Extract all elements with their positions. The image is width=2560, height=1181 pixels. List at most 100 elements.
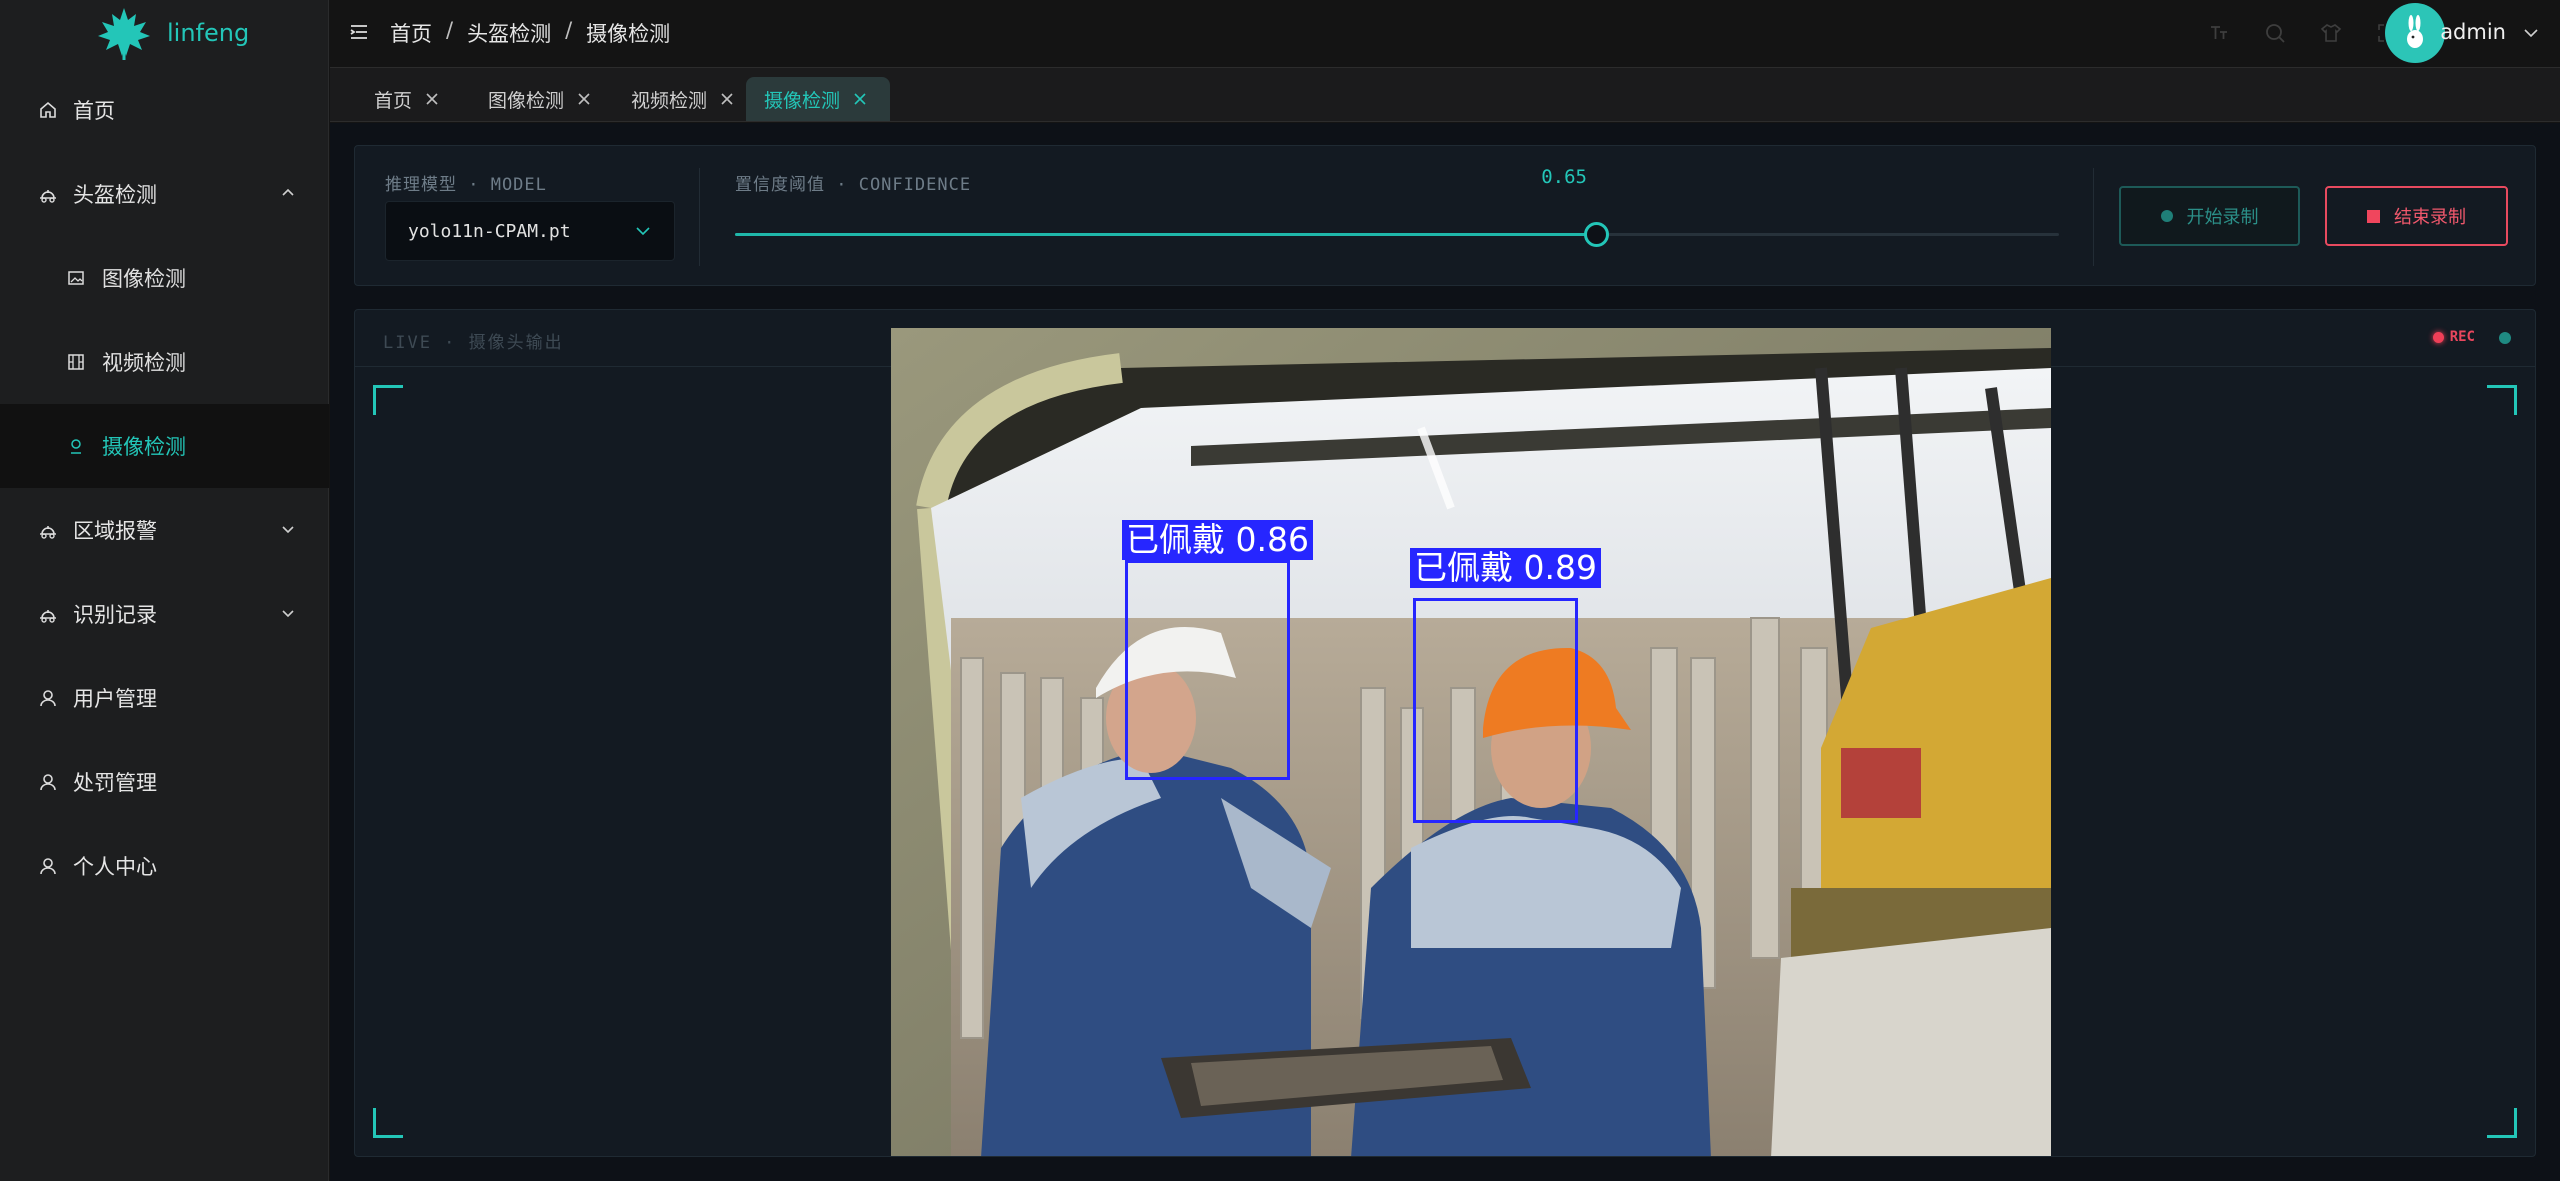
sidebar-item-penalty-management[interactable]: 处罚管理 <box>0 740 329 824</box>
header-tools <box>2206 20 2400 46</box>
detection-box <box>1413 598 1578 823</box>
sidebar: linfeng 首页 头盔检测 图像检测 视频检测 摄像检测 区域报警 识别记录… <box>0 0 329 1181</box>
frame-corner-icon <box>2487 1108 2517 1138</box>
chevron-down-icon <box>282 526 294 534</box>
stop-square-icon <box>2367 209 2380 223</box>
sidebar-item-label: 图像检测 <box>102 267 186 291</box>
helmet-icon <box>38 520 58 540</box>
detection-box <box>1125 560 1290 780</box>
tab-label: 视频检测 <box>631 89 708 112</box>
detection-label: 已佩戴 0.89 <box>1410 548 1601 588</box>
detection-label: 已佩戴 0.86 <box>1122 520 1313 560</box>
record-dot-icon <box>2160 210 2173 222</box>
divider <box>699 168 700 266</box>
maple-leaf-logo-icon <box>98 8 150 60</box>
breadcrumb-item[interactable]: 头盔检测 <box>467 18 551 48</box>
main-content: 推理模型 · MODEL yolo11n-CPAM.pt 置信度阈值 · CON… <box>330 123 2560 1181</box>
font-size-icon[interactable] <box>2206 20 2232 46</box>
model-select[interactable]: yolo11n-CPAM.pt <box>385 201 675 261</box>
chevron-down-icon <box>636 227 650 236</box>
model-label: 推理模型 · MODEL <box>385 175 547 195</box>
tab-label: 摄像检测 <box>764 89 841 112</box>
sidebar-item-area-alarm[interactable]: 区域报警 <box>0 488 329 572</box>
sidebar-item-label: 处罚管理 <box>73 771 157 795</box>
brand-name: linfeng <box>167 19 250 47</box>
confidence-slider[interactable] <box>735 222 2059 247</box>
sidebar-item-image-detection[interactable]: 图像检测 <box>0 236 329 320</box>
rec-dot-icon <box>2432 331 2444 343</box>
close-icon[interactable] <box>852 91 868 107</box>
user-icon <box>38 688 58 708</box>
rabbit-avatar-icon <box>2407 15 2423 48</box>
breadcrumb-separator: / <box>565 18 573 42</box>
tab-home[interactable]: 首页 <box>356 77 450 121</box>
sidebar-item-label: 识别记录 <box>73 603 157 627</box>
close-icon[interactable] <box>719 91 735 107</box>
sidebar-item-label: 摄像检测 <box>102 435 186 459</box>
start-recording-label: 开始录制 <box>2186 207 2259 228</box>
sidebar-item-label: 首页 <box>73 99 115 123</box>
tab-camera-detection[interactable]: 摄像检测 <box>746 77 890 121</box>
sidebar-item-helmet-detection[interactable]: 头盔检测 <box>0 152 329 236</box>
confidence-value: 0.65 <box>1541 166 1587 188</box>
username[interactable]: admin <box>2440 20 2506 44</box>
tab-bar: 首页 图像检测 视频检测 摄像检测 <box>330 68 2560 122</box>
close-icon[interactable] <box>424 91 440 107</box>
sidebar-item-user-management[interactable]: 用户管理 <box>0 656 329 740</box>
tab-label: 图像检测 <box>488 89 565 112</box>
image-icon <box>66 268 86 288</box>
helmet-icon <box>38 604 58 624</box>
sidebar-item-records[interactable]: 识别记录 <box>0 572 329 656</box>
sidebar-item-label: 个人中心 <box>73 855 157 879</box>
slider-fill <box>735 233 1596 236</box>
stop-recording-button[interactable]: 结束录制 <box>2325 186 2508 246</box>
frame-corner-icon <box>373 1108 403 1138</box>
chevron-down-icon[interactable] <box>2522 24 2540 42</box>
rec-indicator: REC <box>2432 329 2475 345</box>
search-icon[interactable] <box>2262 20 2288 46</box>
live-label: LIVE · 摄像头输出 <box>383 333 564 353</box>
tab-image-detection[interactable]: 图像检测 <box>470 77 602 121</box>
live-panel: LIVE · 摄像头输出 REC 已佩戴 0.86 已佩戴 0.89 <box>354 309 2536 1157</box>
camera-icon <box>66 436 86 456</box>
sidebar-item-profile[interactable]: 个人中心 <box>0 824 329 908</box>
tab-label: 首页 <box>374 89 413 112</box>
breadcrumb-item[interactable]: 首页 <box>390 18 432 48</box>
helmet-icon <box>38 184 58 204</box>
logo[interactable]: linfeng <box>0 0 328 66</box>
start-recording-button[interactable]: 开始录制 <box>2119 186 2300 246</box>
model-select-value: yolo11n-CPAM.pt <box>408 220 571 242</box>
breadcrumb-item: 摄像检测 <box>586 22 671 46</box>
video-icon <box>66 352 86 372</box>
sidebar-item-label: 用户管理 <box>73 687 157 711</box>
sidebar-item-home[interactable]: 首页 <box>0 68 329 152</box>
status-dot-icon <box>2499 332 2511 344</box>
home-icon <box>38 100 58 120</box>
top-header: 首页 / 头盔检测 / 摄像检测 admin <box>330 0 2560 68</box>
sidebar-item-label: 区域报警 <box>73 519 157 543</box>
user-icon <box>38 856 58 876</box>
rec-label: REC <box>2449 329 2475 345</box>
camera-feed: 已佩戴 0.86 已佩戴 0.89 <box>891 328 2051 1156</box>
divider <box>2093 168 2094 266</box>
sidebar-item-label: 头盔检测 <box>73 183 157 207</box>
theme-icon[interactable] <box>2318 20 2344 46</box>
menu-toggle-icon[interactable] <box>349 22 369 42</box>
frame-corner-icon <box>2487 385 2517 415</box>
control-panel: 推理模型 · MODEL yolo11n-CPAM.pt 置信度阈值 · CON… <box>354 145 2536 286</box>
close-icon[interactable] <box>576 91 592 107</box>
frame-corner-icon <box>373 385 403 415</box>
user-icon <box>38 772 58 792</box>
chevron-up-icon <box>282 188 294 196</box>
sidebar-item-camera-detection[interactable]: 摄像检测 <box>0 404 329 488</box>
breadcrumb: 首页 / 头盔检测 / 摄像检测 <box>390 18 670 48</box>
avatar[interactable] <box>2385 3 2445 63</box>
tab-video-detection[interactable]: 视频检测 <box>613 77 745 121</box>
breadcrumb-separator: / <box>446 18 454 42</box>
sidebar-item-label: 视频检测 <box>102 351 186 375</box>
confidence-label: 置信度阈值 · CONFIDENCE <box>735 175 972 195</box>
chevron-down-icon <box>282 610 294 618</box>
sidebar-item-video-detection[interactable]: 视频检测 <box>0 320 329 404</box>
slider-thumb[interactable] <box>1583 222 1609 247</box>
stop-recording-label: 结束录制 <box>2394 207 2466 228</box>
